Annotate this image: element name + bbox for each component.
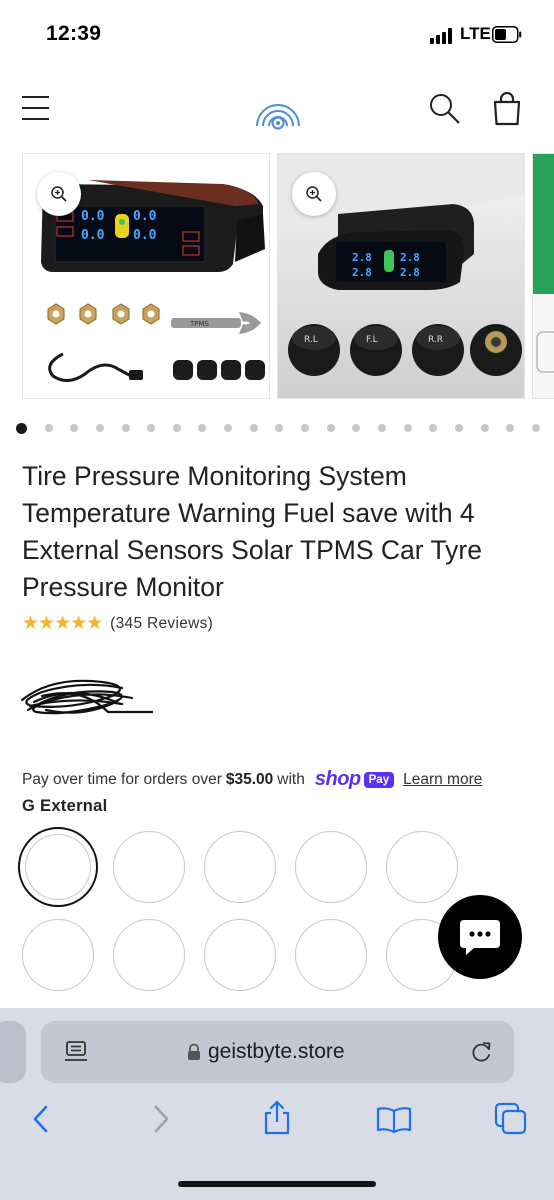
readout-6: 2.8 (352, 266, 372, 279)
gallery-dot[interactable] (147, 424, 156, 432)
variant-swatch[interactable] (204, 831, 276, 903)
review-count[interactable]: (345 Reviews) (110, 615, 213, 633)
reader-mode-icon[interactable] (65, 1041, 89, 1063)
gallery-dot[interactable] (70, 424, 79, 432)
gallery-dot[interactable] (403, 424, 412, 432)
gallery-dot[interactable] (121, 424, 130, 432)
gallery-dot[interactable] (16, 422, 27, 434)
browser-toolbar (0, 1092, 554, 1152)
sensor-label-rl: R.L (304, 335, 318, 345)
zoom-button[interactable] (37, 172, 81, 216)
shop-pay-installments: Pay over time for orders over $35.00 wit… (22, 768, 482, 791)
forward-icon[interactable] (150, 1104, 172, 1134)
installments-prefix: Pay over time for orders over (22, 770, 222, 788)
readout-3: 0.0 (133, 209, 157, 224)
product-image-2[interactable]: 2.8 2.8 2.8 2.8 R.L F.L R.R (277, 153, 525, 399)
product-rating[interactable]: ★★★★★ (345 Reviews) (22, 612, 213, 635)
readout-2: 0.0 (81, 228, 105, 243)
readout-4: 0.0 (133, 228, 157, 243)
variant-selected-label: G External (22, 797, 108, 815)
gallery-dot[interactable] (172, 424, 181, 432)
product-title: Tire Pressure Monitoring System Temperat… (22, 461, 482, 602)
star-rating-icon: ★★★★★ (22, 613, 103, 634)
readout-7: 2.8 (400, 251, 420, 264)
price-scribble (20, 679, 154, 715)
installments-amount: $35.00 (225, 770, 274, 788)
variant-swatch[interactable] (22, 919, 94, 991)
gallery-dot[interactable] (275, 424, 284, 432)
reload-icon[interactable] (471, 1041, 493, 1063)
variant-swatch[interactable] (113, 919, 185, 991)
gallery-dot[interactable] (301, 424, 310, 432)
zoom-button[interactable] (292, 172, 336, 216)
installments-suffix: with (277, 770, 305, 788)
wrench-label: TPMS (189, 320, 210, 328)
hamburger-menu-icon[interactable] (22, 94, 50, 122)
gallery-dot[interactable] (480, 424, 489, 432)
back-icon[interactable] (30, 1104, 52, 1134)
gallery-dot[interactable] (44, 424, 53, 432)
gallery-dot[interactable] (224, 424, 233, 432)
chat-bubble-icon (460, 920, 500, 955)
status-time: 12:39 (46, 22, 102, 45)
share-icon[interactable] (262, 1100, 292, 1136)
gallery-dot[interactable] (377, 424, 386, 432)
gallery-dot[interactable] (198, 424, 207, 432)
gallery-pagination[interactable] (16, 421, 540, 435)
sensor-label-rr: R.R (428, 335, 443, 345)
sensor-label-fl: F.L (366, 335, 378, 345)
shopping-bag-icon[interactable] (492, 92, 522, 126)
variant-swatch[interactable] (386, 831, 458, 903)
readout-5: 2.8 (352, 251, 372, 264)
bookmarks-icon[interactable] (376, 1106, 412, 1134)
variant-swatch[interactable] (113, 831, 185, 903)
lock-icon (188, 1043, 200, 1060)
variant-swatch[interactable] (18, 827, 98, 907)
learn-more-link[interactable]: Learn more (403, 771, 482, 789)
zoom-in-icon (306, 186, 322, 202)
cellular-signal-icon (430, 28, 452, 44)
store-logo[interactable] (253, 92, 303, 132)
network-type: LTE (460, 24, 491, 43)
product-image-3-peek[interactable] (532, 153, 554, 399)
variant-swatch[interactable] (295, 919, 367, 991)
url-text[interactable]: geistbyte.store (208, 1040, 345, 1064)
chat-button[interactable] (438, 895, 522, 979)
shop-pay-badge: Pay (363, 771, 395, 788)
gallery-dot[interactable] (352, 424, 361, 432)
home-indicator (178, 1181, 376, 1187)
gallery-dot[interactable] (429, 424, 438, 432)
product-image-1[interactable]: 0.0 0.0 0.0 0.0 TPMS (22, 153, 270, 399)
gallery-dot[interactable] (95, 424, 104, 432)
tabs-icon[interactable] (494, 1102, 528, 1136)
gallery-dot[interactable] (326, 424, 335, 432)
zoom-in-icon (51, 186, 67, 202)
previous-tab-peek[interactable] (0, 1021, 26, 1083)
gallery-dot[interactable] (531, 424, 540, 432)
gallery-dot[interactable] (454, 424, 463, 432)
readout-8: 2.8 (400, 266, 420, 279)
image-peek (533, 154, 554, 398)
gallery-dot[interactable] (249, 424, 258, 432)
search-icon[interactable] (428, 92, 462, 126)
battery-icon (492, 26, 522, 43)
variant-swatch[interactable] (204, 919, 276, 991)
readout-1: 0.0 (81, 209, 105, 224)
shop-pay-logo: shop (314, 768, 361, 790)
address-bar[interactable]: geistbyte.store (41, 1021, 514, 1083)
gallery-dot[interactable] (506, 424, 515, 432)
variant-swatch[interactable] (295, 831, 367, 903)
